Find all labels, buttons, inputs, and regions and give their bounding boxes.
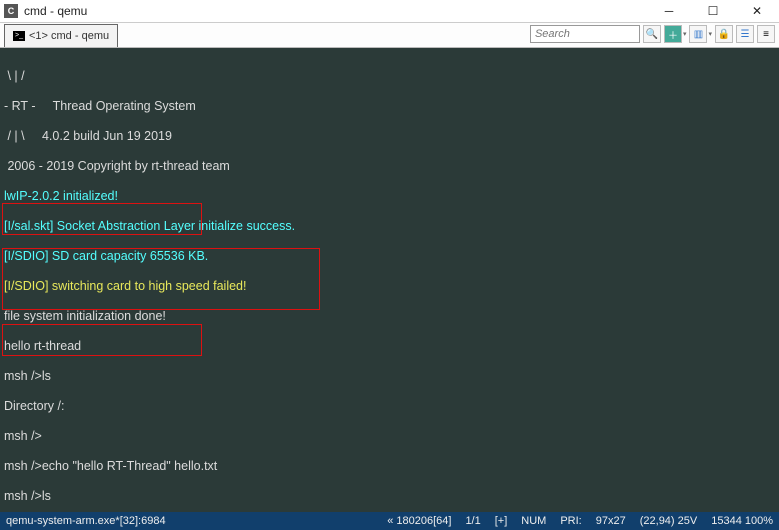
- term-line: msh />echo "hello RT-Thread" hello.txt: [4, 459, 775, 474]
- term-line: file system initialization done!: [4, 309, 775, 324]
- term-line: Directory /:: [4, 399, 775, 414]
- term-line-warn: [I/SDIO] switching card to high speed fa…: [4, 279, 775, 294]
- window-titlebar: C cmd - qemu ─ ☐ ✕: [0, 0, 779, 23]
- toolbar: 🔍 ＋ ▾ ▥ ▾ 🔒 ☰ ≡: [530, 25, 775, 43]
- status-process: qemu-system-arm.exe*[32]:6984: [6, 515, 373, 527]
- minimize-button[interactable]: ─: [647, 0, 691, 23]
- terminal-icon: >_: [13, 31, 25, 41]
- term-line-info: [I/SDIO] SD card capacity 65536 KB.: [4, 249, 775, 264]
- status-bar: qemu-system-arm.exe*[32]:6984 « 180206[6…: [0, 512, 779, 530]
- term-line: 2006 - 2019 Copyright by rt-thread team: [4, 159, 775, 174]
- maximize-button[interactable]: ☐: [691, 0, 735, 23]
- window-controls: ─ ☐ ✕: [647, 0, 779, 23]
- window-title: cmd - qemu: [24, 4, 647, 18]
- term-line-info: lwIP-2.0.2 initialized!: [4, 189, 775, 204]
- status-line: 1/1: [465, 515, 480, 527]
- app-icon: C: [4, 4, 18, 18]
- menu-button[interactable]: ≡: [757, 25, 775, 43]
- term-line-info: [I/sal.skt] Socket Abstraction Layer ini…: [4, 219, 775, 234]
- status-insert: [+]: [495, 515, 508, 527]
- term-line: msh />ls: [4, 369, 775, 384]
- term-line: / | \ 4.0.2 build Jun 19 2019: [4, 129, 775, 144]
- term-line: \ | /: [4, 69, 775, 84]
- session-tab[interactable]: >_ <1> cmd - qemu: [4, 24, 118, 47]
- add-tab-dropdown[interactable]: ▾: [683, 30, 687, 38]
- status-dim: 97x27: [596, 515, 626, 527]
- close-button[interactable]: ✕: [735, 0, 779, 23]
- tab-bar: >_ <1> cmd - qemu 🔍 ＋ ▾ ▥ ▾ 🔒 ☰ ≡: [0, 23, 779, 48]
- term-line: msh />: [4, 429, 775, 444]
- search-input[interactable]: [530, 25, 640, 43]
- term-line: hello rt-thread: [4, 339, 775, 354]
- add-tab-button[interactable]: ＋: [664, 25, 682, 43]
- tab-label: <1> cmd - qemu: [29, 30, 109, 42]
- terminal-viewport[interactable]: \ | / - RT - Thread Operating System / |…: [0, 48, 779, 512]
- term-line: msh />ls: [4, 489, 775, 504]
- status-mem: 15344 100%: [711, 515, 773, 527]
- search-button[interactable]: 🔍: [643, 25, 661, 43]
- view-list-button[interactable]: ☰: [736, 25, 754, 43]
- status-num: NUM: [521, 515, 546, 527]
- term-line: - RT - Thread Operating System: [4, 99, 775, 114]
- status-cursor: (22,94) 25V: [640, 515, 697, 527]
- status-pri: PRI:: [560, 515, 581, 527]
- status-chars: « 180206[64]: [387, 515, 451, 527]
- panel-button[interactable]: ▥: [689, 25, 707, 43]
- lock-button[interactable]: 🔒: [715, 25, 733, 43]
- panel-dropdown[interactable]: ▾: [708, 30, 712, 38]
